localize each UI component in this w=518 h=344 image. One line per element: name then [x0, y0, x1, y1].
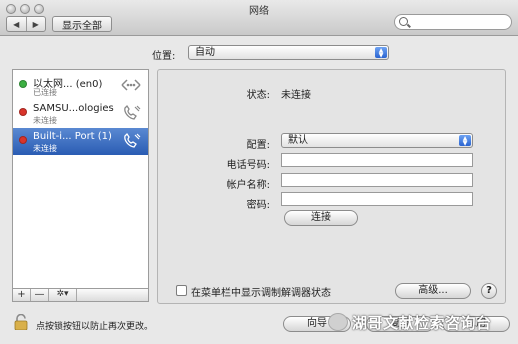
gear-icon[interactable]: ✲▾	[49, 289, 77, 301]
back-forward-group: ◀ ▶	[6, 16, 46, 32]
service-status: 未连接	[33, 144, 57, 153]
ethernet-icon	[121, 79, 141, 91]
phone-number-label: 电话号码:	[226, 160, 270, 171]
phone-icon	[124, 104, 141, 120]
forward-button[interactable]: ▶	[25, 17, 46, 31]
lock-icon[interactable]	[14, 314, 28, 330]
service-list[interactable]: 以太网... (en0) 已连接 SAMSU...ologies 未连接 Bui…	[12, 69, 149, 289]
status-dot-green	[19, 80, 27, 88]
show-all-button[interactable]: 显示全部	[52, 16, 112, 32]
config-label: 配置:	[246, 140, 270, 151]
lock-hint-text: 点按锁按钮以防止再次更改。	[36, 322, 154, 332]
status-dot-red	[19, 108, 27, 116]
service-status: 未连接	[33, 116, 57, 125]
watermark: 湖哥文献检索咨询台	[328, 302, 518, 342]
account-name-label: 帐户名称:	[226, 180, 270, 191]
phone-number-field[interactable]	[281, 153, 473, 167]
password-field[interactable]	[281, 192, 473, 206]
status-label: 状态:	[246, 90, 270, 101]
service-list-toolbar: + — ✲▾	[12, 289, 149, 302]
service-item-ethernet[interactable]: 以太网... (en0) 已连接	[13, 72, 148, 99]
back-button[interactable]: ◀	[7, 17, 26, 31]
add-service-button[interactable]: +	[13, 289, 31, 301]
location-label: 位置:	[152, 51, 176, 62]
password-label: 密码:	[246, 200, 270, 211]
status-dot-red	[19, 136, 27, 144]
advanced-button[interactable]: 高级...	[395, 283, 471, 299]
location-value: 自动	[195, 47, 215, 58]
popup-arrows-icon: ▲ ▼	[375, 47, 387, 59]
watermark-logo-icon	[328, 313, 348, 331]
help-button[interactable]: ?	[481, 283, 497, 299]
network-preferences-window: 网络 ◀ ▶ 显示全部 位置: 自动 ▲ ▼ 以太网... (en0) 已连接 S…	[0, 0, 518, 344]
service-item-samsung[interactable]: SAMSU...ologies 未连接	[13, 100, 148, 127]
popup-arrows-icon: ▲ ▼	[459, 135, 471, 147]
connect-button[interactable]: 连接	[284, 210, 358, 226]
search-field[interactable]	[394, 14, 512, 30]
show-modem-status-label: 在菜单栏中显示调制解调器状态	[191, 288, 331, 299]
config-select[interactable]: 默认 ▲ ▼	[281, 133, 473, 148]
service-name: Built-i... Port (1)	[33, 131, 112, 142]
watermark-text: 湖哥文献检索咨询台	[352, 313, 492, 332]
config-value: 默认	[288, 135, 308, 146]
service-status: 已连接	[33, 88, 57, 97]
status-value: 未连接	[281, 90, 311, 101]
service-name: SAMSU...ologies	[33, 103, 114, 114]
show-modem-status-checkbox[interactable]	[176, 285, 187, 296]
account-name-field[interactable]	[281, 173, 473, 187]
location-select[interactable]: 自动 ▲ ▼	[188, 45, 389, 60]
remove-service-button[interactable]: —	[31, 289, 49, 301]
service-item-built-in-port[interactable]: Built-i... Port (1) 未连接	[13, 128, 148, 155]
title-bar: 网络 ◀ ▶ 显示全部	[0, 0, 518, 36]
search-icon	[399, 17, 408, 26]
phone-icon	[124, 132, 141, 148]
